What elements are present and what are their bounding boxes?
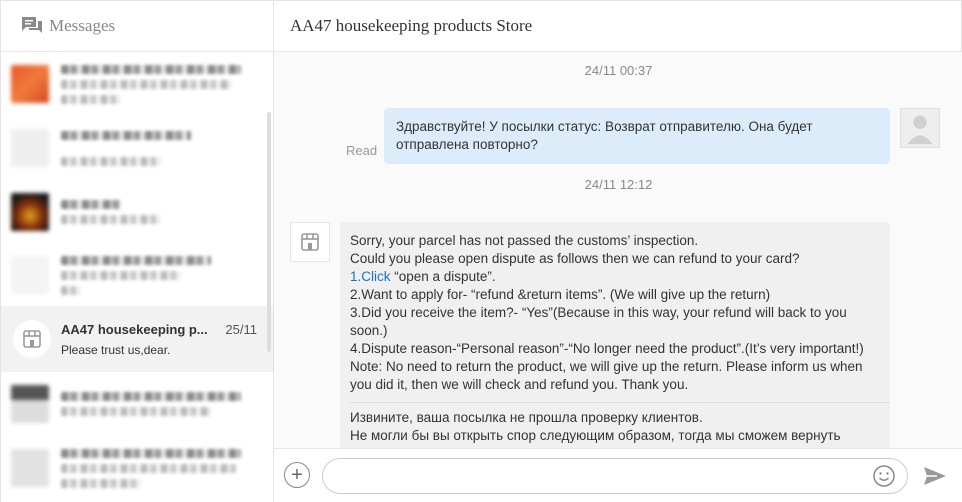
chat-panel: AA47 housekeeping products Store 24/11 0…	[274, 1, 962, 502]
message-line: Sorry, your parcel has not passed the cu…	[350, 233, 699, 248]
message-line: 1.Click “open a dispute”.	[350, 268, 880, 286]
message-timestamp: 24/11 12:12	[584, 177, 653, 192]
conversation-item[interactable]	[1, 244, 273, 306]
outgoing-message: Здравствуйте! У посылки статус: Возврат …	[384, 108, 890, 164]
avatar	[11, 449, 49, 487]
message-composer: +	[274, 448, 962, 502]
message-line: Note: No need to return the product, we …	[350, 359, 863, 392]
avatar	[11, 256, 49, 294]
translation-line: Не могли бы вы открыть спор следующим об…	[350, 428, 841, 443]
message-input[interactable]	[322, 458, 908, 494]
translation-divider: Извините, ваша посылка не прошла проверк…	[350, 402, 890, 445]
avatar	[11, 385, 49, 423]
message-line: 4.Dispute reason-“Personal reason”-“No l…	[350, 341, 864, 356]
conversation-item[interactable]	[1, 116, 273, 180]
conversation-preview: Please trust us,dear.	[61, 342, 171, 357]
chat-title: AA47 housekeeping products Store	[290, 16, 533, 35]
conversation-sidebar: Messages AA47 housekeeping p... 25/11 Pl…	[1, 1, 274, 502]
blurred-conversation-text	[61, 194, 251, 230]
conversation-item-active[interactable]: AA47 housekeeping p... 25/11 Please trus…	[1, 306, 273, 372]
sidebar-scrollbar[interactable]	[267, 112, 271, 352]
avatar	[11, 193, 49, 231]
smiley-icon[interactable]	[872, 464, 896, 488]
message-line: 3.Did you receive the item?- “Yes”(Becau…	[350, 305, 847, 338]
conversation-list[interactable]: AA47 housekeeping p... 25/11 Please trus…	[1, 52, 273, 502]
conversation-date: 25/11	[225, 321, 257, 337]
storefront-icon	[13, 320, 51, 358]
message-line: Could you please open dispute as follows…	[350, 251, 800, 266]
message-link[interactable]: 1.Click	[350, 269, 391, 284]
chat-header: AA47 housekeeping products Store	[274, 1, 962, 52]
message-thread[interactable]: 24/11 00:37 Read Здравствуйте! У посылки…	[274, 52, 962, 448]
translation-line: Извините, ваша посылка не прошла проверк…	[350, 410, 703, 425]
blurred-conversation-text	[61, 125, 251, 172]
conversation-item[interactable]	[1, 180, 273, 244]
plus-circle-icon[interactable]: +	[284, 462, 310, 488]
storefront-icon	[290, 222, 330, 262]
avatar	[11, 129, 49, 167]
message-text: “open a dispute”.	[390, 269, 496, 284]
blurred-conversation-text	[61, 59, 251, 110]
send-arrow-icon[interactable]	[922, 464, 948, 488]
conversation-item[interactable]	[1, 436, 273, 500]
user-silhouette-icon	[900, 108, 940, 148]
blurred-conversation-text	[61, 386, 251, 422]
blurred-conversation-text	[61, 250, 251, 301]
sidebar-header: Messages	[1, 1, 273, 52]
conversation-name: AA47 housekeeping p...	[61, 321, 208, 337]
conversation-item[interactable]	[1, 372, 273, 436]
blurred-conversation-text	[61, 443, 251, 494]
conversation-text: AA47 housekeeping p... 25/11 Please trus…	[61, 322, 261, 357]
incoming-message: Sorry, your parcel has not passed the cu…	[340, 222, 890, 448]
message-line: 2.Want to apply for- “refund &return ite…	[350, 287, 771, 302]
read-status: Read	[346, 143, 378, 158]
avatar	[11, 65, 49, 103]
message-timestamp: 24/11 00:37	[584, 63, 653, 78]
chat-bubbles-icon	[21, 16, 43, 36]
messenger-window: Messages AA47 housekeeping p... 25/11 Pl…	[0, 0, 962, 502]
conversation-item[interactable]	[1, 52, 273, 116]
sidebar-title: Messages	[49, 16, 116, 35]
